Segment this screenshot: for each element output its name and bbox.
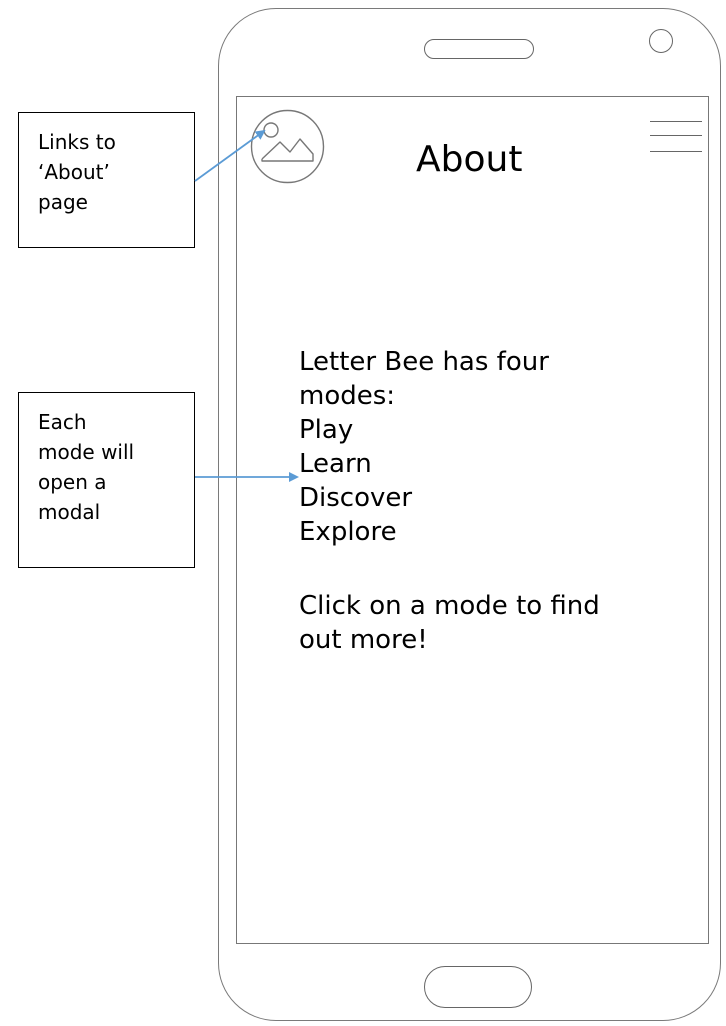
arrow-to-logo	[194, 129, 266, 182]
annotation-arrows	[194, 129, 299, 482]
